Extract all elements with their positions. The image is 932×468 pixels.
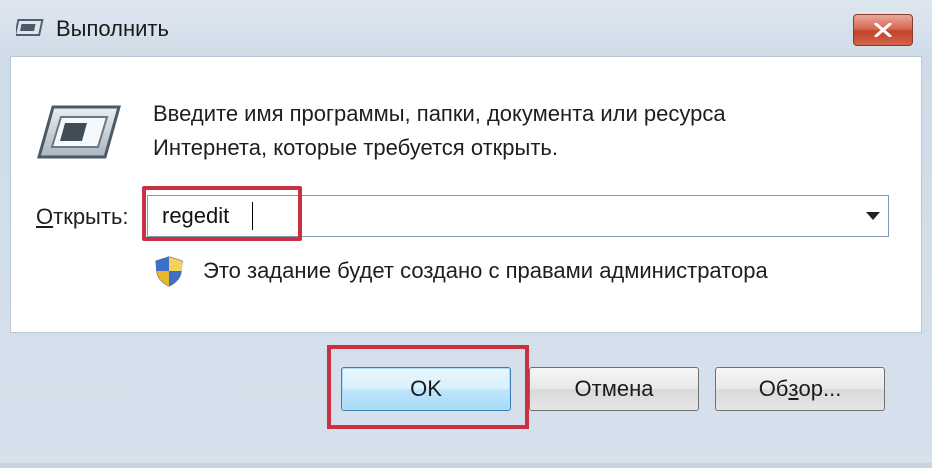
- uac-shield-icon: [155, 256, 183, 287]
- prompt-text: Введите имя программы, папки, документа …: [153, 101, 726, 160]
- close-button[interactable]: [853, 14, 913, 46]
- open-label: Открыть:: [36, 204, 129, 230]
- open-label-hotkey: О: [36, 204, 54, 229]
- chevron-down-icon: [866, 212, 880, 220]
- browse-label-end: ор...: [798, 376, 842, 401]
- run-program-icon: [37, 105, 121, 159]
- window-title: Выполнить: [56, 16, 169, 41]
- browse-label-hotkey: з: [788, 376, 799, 401]
- admin-note: Это задание будет создано с правами адми…: [203, 258, 768, 283]
- open-label-text: ткрыть:: [53, 204, 129, 229]
- run-dialog-window: Выполнить Введите имя программы, папки, …: [0, 0, 932, 468]
- browse-label-start: Об: [758, 376, 789, 401]
- ok-highlight-frame: [327, 345, 529, 429]
- input-highlight-frame: [142, 186, 302, 241]
- bottom-border: [0, 463, 932, 468]
- dropdown-button[interactable]: [858, 196, 888, 236]
- cancel-button[interactable]: Отмена: [529, 367, 699, 411]
- browse-button[interactable]: Об з ор...: [715, 367, 885, 411]
- run-icon: [16, 19, 44, 36]
- dialog-content: Введите имя программы, папки, документа …: [10, 56, 922, 333]
- close-icon: [874, 23, 892, 37]
- title-bar[interactable]: Выполнить: [0, 0, 932, 54]
